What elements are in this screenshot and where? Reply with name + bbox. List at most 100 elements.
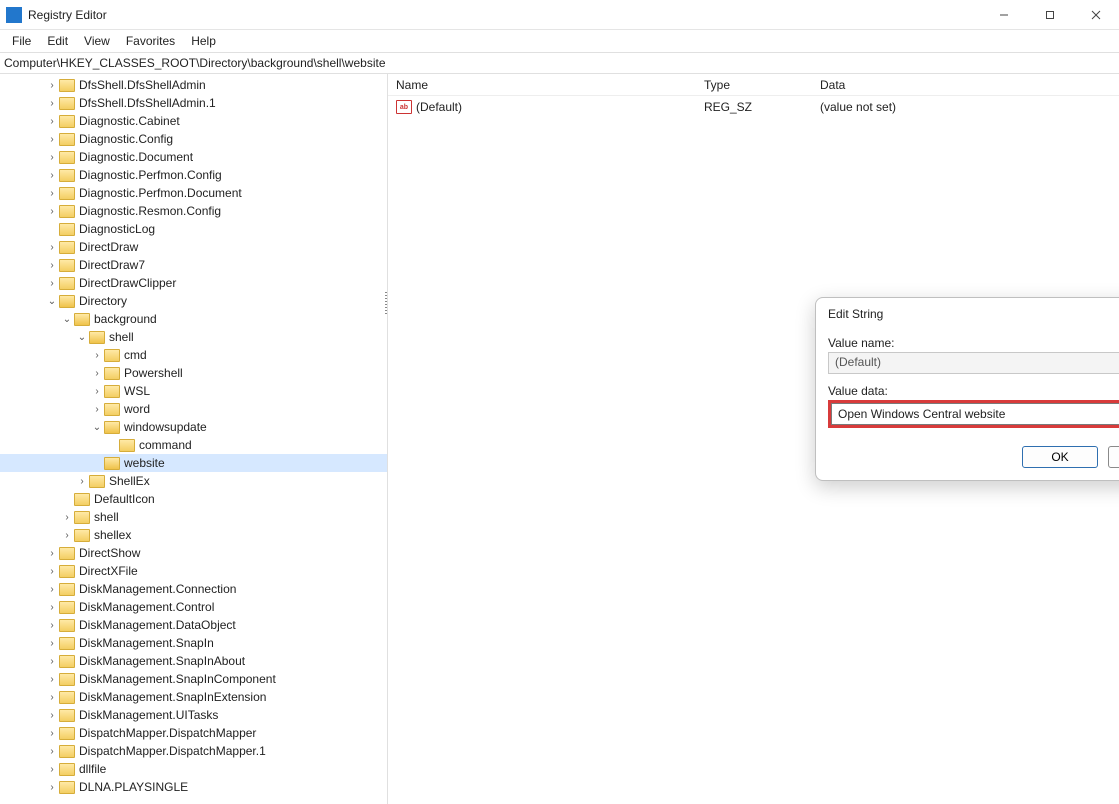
tree-item[interactable]: ›DiskManagement.Connection [0,580,387,598]
tree-item[interactable]: ›DiskManagement.SnapInAbout [0,652,387,670]
tree-item[interactable]: command [0,436,387,454]
chevron-right-icon[interactable]: › [60,512,74,523]
col-header-data[interactable]: Data [820,78,1119,92]
close-button[interactable] [1073,0,1119,29]
tree-item[interactable]: ›DirectXFile [0,562,387,580]
tree-item[interactable]: ›DirectShow [0,544,387,562]
chevron-down-icon[interactable]: ⌄ [60,314,74,325]
tree-item[interactable]: ›DirectDraw7 [0,256,387,274]
tree-item[interactable]: DefaultIcon [0,490,387,508]
tree-item[interactable]: ›DiskManagement.UITasks [0,706,387,724]
tree-item[interactable]: ›DfsShell.DfsShellAdmin.1 [0,94,387,112]
tree-item[interactable]: ›Diagnostic.Cabinet [0,112,387,130]
tree-item[interactable]: website [0,454,387,472]
chevron-right-icon[interactable]: › [45,728,59,739]
col-header-type[interactable]: Type [704,78,820,92]
chevron-right-icon[interactable]: › [45,674,59,685]
tree-item[interactable]: ›Powershell [0,364,387,382]
tree-item[interactable]: ›Diagnostic.Perfmon.Document [0,184,387,202]
menu-edit[interactable]: Edit [39,32,76,50]
chevron-right-icon[interactable]: › [45,548,59,559]
chevron-right-icon[interactable]: › [45,584,59,595]
tree-pane[interactable]: ›DfsShell.DfsShellAdmin›DfsShell.DfsShel… [0,74,388,804]
chevron-right-icon[interactable]: › [45,620,59,631]
maximize-button[interactable] [1027,0,1073,29]
tree-item[interactable]: ›DispatchMapper.DispatchMapper [0,724,387,742]
titlebar: Registry Editor [0,0,1119,30]
chevron-right-icon[interactable]: › [90,350,104,361]
chevron-right-icon[interactable]: › [45,98,59,109]
chevron-right-icon[interactable]: › [45,116,59,127]
chevron-right-icon[interactable]: › [45,242,59,253]
chevron-down-icon[interactable]: ⌄ [75,332,89,343]
tree-item[interactable]: DiagnosticLog [0,220,387,238]
menu-view[interactable]: View [76,32,118,50]
chevron-down-icon[interactable]: ⌄ [45,296,59,307]
value-data-input[interactable] [831,403,1119,425]
minimize-button[interactable] [981,0,1027,29]
chevron-right-icon[interactable]: › [45,710,59,721]
menu-file[interactable]: File [4,32,39,50]
tree-item-label: dllfile [79,762,106,776]
chevron-right-icon[interactable]: › [75,476,89,487]
tree-item[interactable]: ›cmd [0,346,387,364]
chevron-down-icon[interactable]: ⌄ [90,422,104,433]
tree-item[interactable]: ⌄ shell [0,328,387,346]
tree-item[interactable]: › DLNA.PLAYSINGLE [0,778,387,796]
chevron-right-icon[interactable]: › [45,152,59,163]
menu-favorites[interactable]: Favorites [118,32,183,50]
tree-item-label: shell [109,330,134,344]
chevron-right-icon[interactable]: › [90,404,104,415]
tree-item[interactable]: ›Diagnostic.Document [0,148,387,166]
tree-item[interactable]: › dllfile [0,760,387,778]
chevron-right-icon[interactable]: › [45,566,59,577]
address-input[interactable] [4,56,1115,70]
chevron-right-icon[interactable]: › [45,170,59,181]
tree-item[interactable]: ›Diagnostic.Resmon.Config [0,202,387,220]
chevron-right-icon[interactable]: › [45,80,59,91]
chevron-right-icon[interactable]: › [45,278,59,289]
chevron-right-icon[interactable]: › [45,656,59,667]
tree-item[interactable]: ›DispatchMapper.DispatchMapper.1 [0,742,387,760]
chevron-right-icon[interactable]: › [45,260,59,271]
tree-item[interactable]: ⌄ background [0,310,387,328]
cancel-button[interactable]: Cancel [1108,446,1119,468]
tree-item[interactable]: ›WSL [0,382,387,400]
tree-item[interactable]: ›DiskManagement.DataObject [0,616,387,634]
tree-item[interactable]: › word [0,400,387,418]
tree-item[interactable]: ›Diagnostic.Config [0,130,387,148]
chevron-right-icon[interactable]: › [45,206,59,217]
chevron-right-icon[interactable]: › [45,746,59,757]
chevron-right-icon[interactable]: › [45,764,59,775]
chevron-right-icon[interactable]: › [90,368,104,379]
folder-icon [59,727,75,740]
tree-item[interactable]: ›DirectDrawClipper [0,274,387,292]
tree-item[interactable]: ›ShellEx [0,472,387,490]
tree-item[interactable]: ›DfsShell.DfsShellAdmin [0,76,387,94]
tree-item[interactable]: ›shellex [0,526,387,544]
menu-help[interactable]: Help [183,32,224,50]
list-row[interactable]: ab(Default)REG_SZ(value not set) [388,96,1119,118]
col-header-name[interactable]: Name [396,78,704,92]
tree-item-label: DLNA.PLAYSINGLE [79,780,188,794]
tree-item[interactable]: ›shell [0,508,387,526]
tree-item[interactable]: ⌄Directory [0,292,387,310]
chevron-right-icon[interactable]: › [45,188,59,199]
tree-item[interactable]: ⌄windowsupdate [0,418,387,436]
tree-item[interactable]: ›Diagnostic.Perfmon.Config [0,166,387,184]
chevron-right-icon[interactable]: › [90,386,104,397]
ok-button[interactable]: OK [1022,446,1098,468]
chevron-right-icon[interactable]: › [45,134,59,145]
tree-item[interactable]: ›DiskManagement.SnapInComponent [0,670,387,688]
tree-item[interactable]: ›DiskManagement.Control [0,598,387,616]
tree-item[interactable]: ›DiskManagement.SnapInExtension [0,688,387,706]
chevron-right-icon[interactable]: › [45,782,59,793]
tree-item-label: background [94,312,157,326]
chevron-right-icon[interactable]: › [60,530,74,541]
tree-item[interactable]: ›DiskManagement.SnapIn [0,634,387,652]
tree-item-label: word [124,402,150,416]
chevron-right-icon[interactable]: › [45,692,59,703]
tree-item[interactable]: ›DirectDraw [0,238,387,256]
chevron-right-icon[interactable]: › [45,638,59,649]
chevron-right-icon[interactable]: › [45,602,59,613]
